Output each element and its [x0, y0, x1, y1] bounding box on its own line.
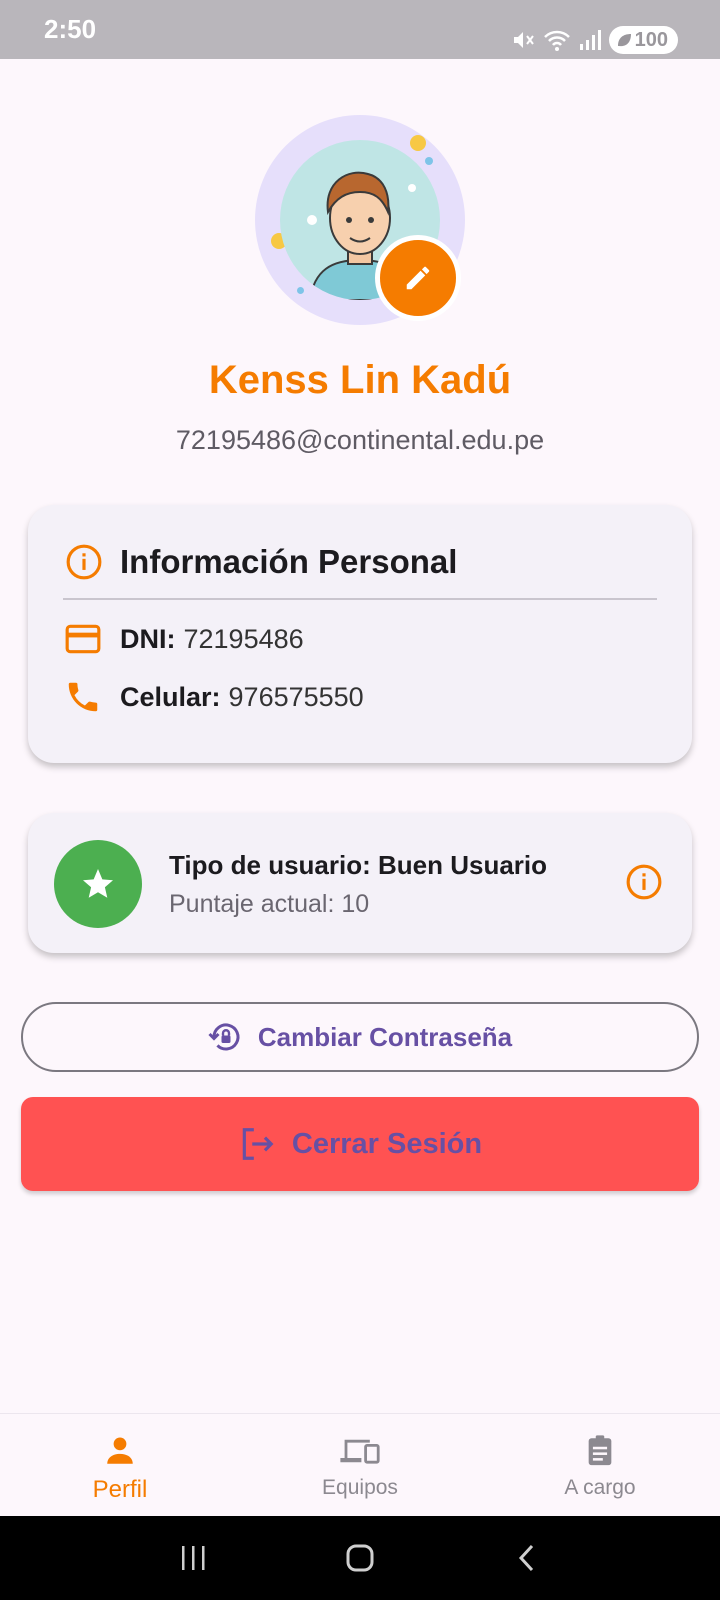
- phone-row: Celular: 976575550: [64, 678, 364, 716]
- status-icons: 100: [511, 26, 678, 54]
- nav-label-a-cargo: A cargo: [564, 1476, 636, 1499]
- info-icon: [66, 544, 102, 580]
- user-type-badge: [54, 840, 142, 928]
- devices-icon: [340, 1439, 380, 1464]
- status-bar: 2:50 100: [0, 0, 720, 59]
- bottom-navigation: Perfil Equipos A cargo: [0, 1413, 720, 1516]
- id-card-icon: [65, 624, 101, 654]
- phone-icon: [68, 682, 98, 712]
- battery-indicator: 100: [608, 26, 678, 54]
- home-icon[interactable]: [344, 1542, 376, 1574]
- signal-icon: [579, 30, 601, 50]
- profile-avatar: [255, 115, 465, 325]
- leaf-icon: [617, 34, 631, 47]
- edit-avatar-button[interactable]: [375, 235, 461, 321]
- profile-name: Kenss Lin Kadú: [208, 358, 512, 402]
- recent-apps-icon[interactable]: [178, 1543, 208, 1573]
- nav-label-perfil: Perfil: [92, 1476, 148, 1503]
- nav-label-equipos: Equipos: [322, 1476, 398, 1499]
- nav-item-a-cargo[interactable]: A cargo: [480, 1414, 720, 1516]
- dni-row: DNI: 72195486: [64, 620, 304, 658]
- lock-reset-icon: [208, 1023, 240, 1051]
- personal-info-card: Información Personal DNI: 72195486 Celula…: [28, 505, 692, 763]
- status-time: 2:50: [44, 14, 97, 44]
- change-password-label: Cambiar Contraseña: [257, 1021, 513, 1052]
- battery-level: 100: [634, 28, 668, 51]
- user-type-card: Tipo de usuario: Buen Usuario Puntaje ac…: [28, 813, 692, 953]
- system-navigation-bar: [0, 1516, 720, 1600]
- logout-label: Cerrar Sesión: [291, 1127, 483, 1160]
- person-icon: [107, 1437, 133, 1464]
- divider: [63, 598, 657, 600]
- logout-icon: [242, 1128, 274, 1160]
- logout-button[interactable]: Cerrar Sesión: [21, 1097, 699, 1191]
- star-icon: [83, 869, 113, 898]
- user-type-title: Tipo de usuario: Buen Usuario: [169, 850, 548, 880]
- clipboard-icon: [588, 1435, 612, 1466]
- user-score: Puntaje actual: 10: [169, 890, 370, 918]
- back-icon[interactable]: [512, 1543, 542, 1573]
- wifi-icon: [543, 30, 570, 51]
- user-type-info-icon[interactable]: [625, 863, 663, 901]
- dni-value: 72195486: [183, 623, 304, 654]
- pencil-icon: [406, 266, 430, 290]
- profile-email: 72195486@continental.edu.pe: [175, 425, 545, 455]
- phone-label: Celular:: [120, 681, 221, 712]
- change-password-button[interactable]: Cambiar Contraseña: [21, 1002, 699, 1072]
- dni-label: DNI:: [120, 623, 176, 654]
- nav-item-equipos[interactable]: Equipos: [240, 1414, 480, 1516]
- mute-icon: [513, 32, 534, 48]
- nav-item-perfil[interactable]: Perfil: [0, 1414, 240, 1516]
- phone-value: 976575550: [228, 681, 364, 712]
- personal-info-title: Información Personal: [120, 543, 458, 580]
